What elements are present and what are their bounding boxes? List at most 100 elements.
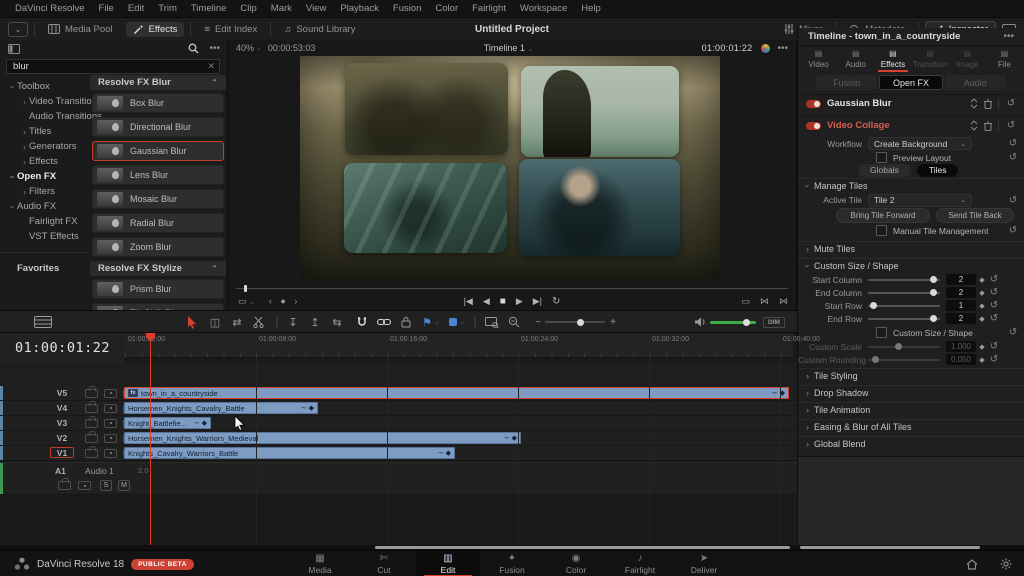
fx-group-header-resolve-fx-blur[interactable]: Resolve FX Blur⌃ [90,75,226,90]
selection-tool-icon[interactable] [184,314,200,330]
timeline-view-options-icon[interactable] [30,314,56,330]
menu-edit[interactable]: Edit [121,3,151,14]
fx-item-radial-blur[interactable]: Radial Blur [92,213,224,233]
marker-icon[interactable]: ⌄ [446,314,468,330]
sound-library-button[interactable]: ♫ Sound Library [277,22,362,37]
fx-item-gaussian-blur[interactable]: Gaussian Blur [92,141,224,161]
project-settings-gear-icon[interactable] [1000,558,1012,570]
section-arrow-icon[interactable]: › [806,244,809,254]
timeline-scroll-thumb[interactable] [375,546,790,549]
mute-button[interactable]: M [118,480,130,491]
menu-file[interactable]: File [92,3,121,14]
track-auto-select-icon[interactable] [104,449,117,458]
subtab-open-fx[interactable]: Open FX [879,75,942,90]
menu-playback[interactable]: Playback [333,3,386,14]
subtab-fusion[interactable]: Fusion [816,75,877,90]
fx-item-zoom-blur[interactable]: Zoom Blur [92,237,224,257]
track-auto-select-icon[interactable] [78,481,91,490]
timeline-playhead[interactable] [150,333,151,545]
viewer-playhead[interactable] [244,285,247,292]
clear-search-icon[interactable]: ✕ [207,61,215,72]
reorder-icon[interactable] [970,98,978,109]
keyframe-icon[interactable]: ◆ [976,276,988,284]
reset-icon[interactable]: ↺ [988,341,1000,352]
reset-icon[interactable]: ↺ [1005,120,1017,131]
reset-icon[interactable]: ↺ [988,313,1000,324]
page-cut[interactable]: ✄Cut [352,551,416,576]
reset-icon[interactable]: ↺ [1007,138,1019,149]
keyframe-icon[interactable]: ◆ [976,302,988,310]
tab-file[interactable]: ▤File [986,46,1023,72]
track-lock-icon[interactable] [85,449,98,458]
media-pool-button[interactable]: Media Pool [41,22,120,37]
section-arrow-icon[interactable]: › [803,185,813,188]
fx-item-mosaic-blur[interactable]: Mosaic Blur [92,189,224,209]
cinema-viewer-icon[interactable]: ▭ [741,296,750,307]
menu-timeline[interactable]: Timeline [184,3,234,14]
slider-track[interactable] [868,279,940,281]
timeline-clip-knight-battlefie[interactable]: Knight_Battlefie...∼◆ [124,417,211,429]
play-button[interactable]: ▶ [516,296,523,307]
overwrite-clip-icon[interactable]: ↥ [306,314,324,330]
zoom-window-icon[interactable] [482,314,502,330]
tiles-button[interactable]: Tiles [917,164,959,177]
panel-toggle-icon[interactable] [8,44,20,54]
menu-view[interactable]: View [299,3,333,14]
tab-effects[interactable]: ▤Effects [874,46,911,72]
timeline-clip-horsemen-knights-warriors-medieval[interactable]: Horsemen_Knights_Warriors_Medieval∼◆ [124,432,521,444]
slider-knob[interactable] [930,315,937,322]
track-lock-icon[interactable] [85,404,98,413]
clip-keyframe-icons[interactable]: ∼◆ [301,404,314,412]
timeline-match-icon[interactable]: ⋈ [779,296,788,307]
slider-knob[interactable] [872,356,879,363]
slider-track[interactable] [868,318,940,320]
reset-icon[interactable]: ↺ [988,287,1000,298]
clip-keyframe-icons[interactable]: ∼◆ [194,419,207,427]
slider-knob[interactable] [870,302,877,309]
reset-icon[interactable]: ↺ [988,300,1000,311]
fx-item-lens-blur[interactable]: Lens Blur [92,165,224,185]
fx-item-tilt-shift-blur[interactable]: Tilt-Shift Blur [92,303,224,310]
globals-button[interactable]: Globals [858,164,911,177]
tab-audio[interactable]: ▤Audio [837,46,874,72]
search-input[interactable] [6,59,220,74]
timeline-name-dropdown[interactable]: Timeline 1 ⌄ [484,43,534,53]
reset-icon[interactable]: ↺ [988,274,1000,285]
sidebar-item-toolbox[interactable]: ›Toolbox [0,79,88,94]
sidebar-item-audio-transitions[interactable]: Audio Transitions [0,109,88,124]
track-auto-select-icon[interactable] [104,419,117,428]
track-lock-icon[interactable] [85,419,98,428]
insert-clip-icon[interactable]: ↧ [284,314,302,330]
clip-keyframe-icons[interactable]: ∼◆ [504,434,517,442]
timeline-clip-town-in-a-countryside[interactable]: fxtown_in_a_countryside∼◆ [124,387,789,399]
tab-video[interactable]: ▤Video [800,46,837,72]
tab-image[interactable]: ▤Image [949,46,986,72]
section-arrow-icon[interactable]: › [806,439,809,449]
ui-layout-toggle-icon[interactable]: ⌄ [8,22,28,37]
project-manager-home-icon[interactable] [966,559,978,570]
keyframe-icon[interactable]: ◆ [976,356,988,364]
flag-icon[interactable]: ⚑⌄ [420,314,442,330]
speaker-icon[interactable] [694,314,708,330]
go-to-end-button[interactable]: ▶| [533,296,542,307]
track-auto-select-icon[interactable] [104,389,117,398]
sidebar-item-generators[interactable]: ›Generators [0,139,88,154]
menu-help[interactable]: Help [574,3,608,14]
panel-options-icon[interactable]: ••• [209,43,220,54]
preview-layout-checkbox[interactable] [876,152,887,163]
trash-icon[interactable] [984,99,992,109]
go-to-start-button[interactable]: |◀ [464,296,473,307]
reset-icon[interactable]: ↺ [1005,98,1017,109]
keyframe-icon[interactable]: ◆ [976,315,988,323]
slider-knob[interactable] [930,276,937,283]
section-arrow-icon[interactable]: › [806,405,809,415]
edit-index-button[interactable]: ≡ Edit Index [197,22,264,37]
menu-davinci-resolve[interactable]: DaVinci Resolve [8,3,92,14]
page-fairlight[interactable]: ♪Fairlight [608,551,672,576]
track-lock-icon[interactable] [85,389,98,398]
snapping-magnet-icon[interactable] [352,314,372,330]
bring-tile-forward-button[interactable]: Bring Tile Forward [836,208,930,223]
reorder-icon[interactable] [970,120,978,131]
slider-track[interactable] [868,359,940,361]
section-arrow-icon[interactable]: › [806,388,809,398]
